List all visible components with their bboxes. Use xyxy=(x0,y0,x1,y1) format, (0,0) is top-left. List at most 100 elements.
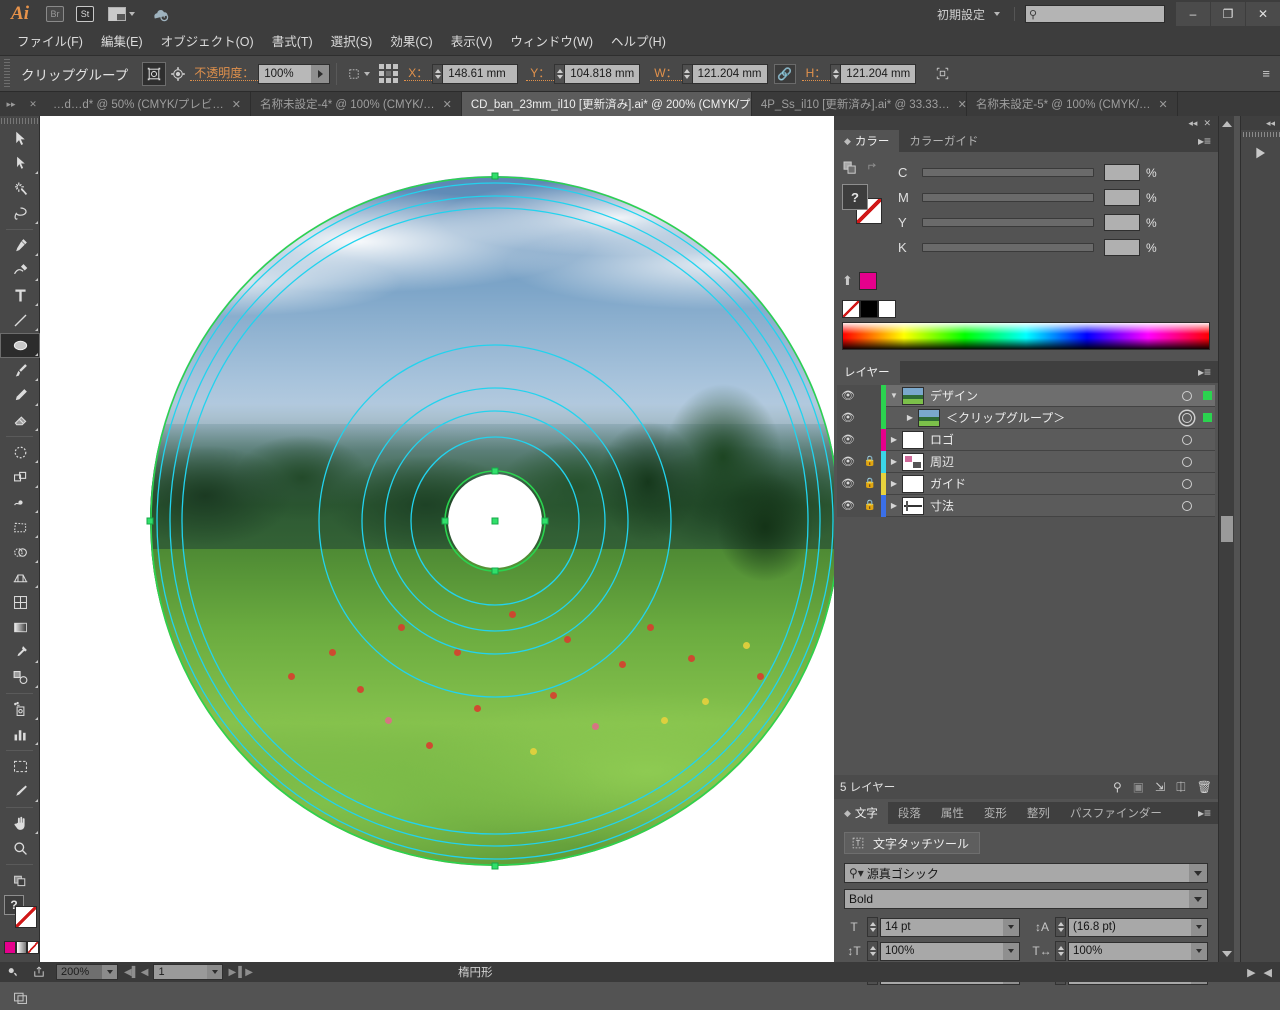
color-mode-icons[interactable] xyxy=(0,868,40,893)
doc-tab-1[interactable]: 名称未設定-4* @ 100% (CMYK/… ✕ xyxy=(251,92,462,116)
menu-window[interactable]: ウィンドウ(W) xyxy=(501,28,602,56)
k-input[interactable] xyxy=(1104,239,1140,256)
leading-input[interactable]: (16.8 pt) xyxy=(1068,917,1208,937)
tab-layers[interactable]: レイヤー xyxy=(834,361,900,383)
tab-pathfinder[interactable]: パスファインダー xyxy=(1059,802,1172,824)
layer-row-logo[interactable]: 👁 ▶ ロゴ xyxy=(837,428,1215,451)
opacity-input[interactable]: 100% xyxy=(258,63,331,84)
w-input[interactable]: 121.204 mm xyxy=(691,63,768,84)
menu-file[interactable]: ファイル(F) xyxy=(8,28,92,56)
scale-tool[interactable] xyxy=(0,465,40,490)
tab-transform[interactable]: 変形 xyxy=(973,802,1017,824)
layer-row-clipgroup[interactable]: 👁 ▶ ＜クリップグループ＞ xyxy=(837,406,1215,429)
mask-icon[interactable]: ▣ xyxy=(1133,780,1144,794)
arrow-up-icon[interactable]: ⬆ xyxy=(842,273,853,289)
target-indicator[interactable] xyxy=(1175,390,1199,401)
menu-view[interactable]: 表示(V) xyxy=(442,28,502,56)
curvature-tool[interactable] xyxy=(0,258,40,283)
close-icon[interactable]: ✕ xyxy=(1203,118,1211,129)
artboard-number-input[interactable]: 1 xyxy=(153,964,224,980)
target-indicator[interactable] xyxy=(1175,478,1199,489)
workspace-selector[interactable]: 初期設定 xyxy=(927,6,1010,23)
y-slider[interactable] xyxy=(922,218,1094,227)
horizontal-scale-field[interactable]: T↔ 100% xyxy=(1032,941,1208,961)
tab-color[interactable]: ◆ カラー xyxy=(834,130,900,152)
arrange-documents-icon[interactable] xyxy=(100,0,142,28)
blend-tool[interactable] xyxy=(0,665,40,690)
line-segment-tool[interactable] xyxy=(0,308,40,333)
cd-label-artwork[interactable] xyxy=(146,172,834,870)
leading-dropdown-icon[interactable] xyxy=(1191,918,1207,936)
lock-slot[interactable] xyxy=(859,406,881,429)
tabbar-collapse-icon[interactable]: ▸▸ xyxy=(0,92,22,116)
tools-panel-grip[interactable] xyxy=(0,116,39,126)
scroll-down-button[interactable] xyxy=(1219,946,1235,962)
anchor-point-left[interactable] xyxy=(146,517,154,525)
previous-artboard-icon[interactable]: ◀ xyxy=(141,967,149,978)
menu-edit[interactable]: 編集(E) xyxy=(92,28,152,56)
menu-type[interactable]: 書式(T) xyxy=(263,28,322,56)
artboard-dropdown-icon[interactable] xyxy=(207,965,223,979)
creative-cloud-icon[interactable] xyxy=(142,0,180,28)
eye-icon[interactable]: 👁 xyxy=(837,472,859,495)
none-swatch-button[interactable] xyxy=(27,941,40,954)
control-bar-grip[interactable] xyxy=(2,58,12,89)
font-family-dropdown-icon[interactable] xyxy=(1189,864,1207,882)
minimize-button[interactable]: ‒ xyxy=(1176,2,1210,26)
symbol-sprayer-tool[interactable] xyxy=(0,697,40,722)
doc-tab-2-active[interactable]: CD_ban_23mm_il10 [更新済み].ai* @ 200% (CMYK… xyxy=(461,92,817,116)
vertical-scale-stepper[interactable] xyxy=(867,941,878,961)
restore-button[interactable]: ❐ xyxy=(1211,2,1245,26)
delete-layer-icon[interactable]: 🗑 xyxy=(1197,780,1212,794)
touch-type-tool-button[interactable]: 文字タッチツール xyxy=(844,832,981,854)
expand-arrow-icon[interactable] xyxy=(1241,139,1280,167)
preferences-icon[interactable] xyxy=(0,962,26,982)
status-expand-icon[interactable]: ▶ xyxy=(1247,966,1255,979)
selection-tool[interactable] xyxy=(0,126,40,151)
character-panel-menu-icon[interactable]: ▸≡ xyxy=(1198,802,1218,824)
y-input[interactable]: 104.818 mm xyxy=(564,63,641,84)
m-slider[interactable] xyxy=(922,193,1094,202)
constrain-proportions-icon[interactable]: 🔗 xyxy=(773,63,796,84)
lock-slot[interactable] xyxy=(859,384,881,407)
font-family-input[interactable]: ⚲▾ 源真ゴシック xyxy=(844,863,1208,883)
leading-stepper[interactable] xyxy=(1055,917,1066,937)
share-icon[interactable] xyxy=(26,962,52,982)
eye-icon[interactable]: 👁 xyxy=(837,494,859,517)
layer-row-surroundings[interactable]: 👁 🔒 ▶ 周辺 xyxy=(837,450,1215,473)
lock-icon[interactable]: 🔒 xyxy=(859,494,881,517)
transform-flyout-button[interactable] xyxy=(343,62,373,86)
menu-object[interactable]: オブジェクト(O) xyxy=(152,28,263,56)
disclosure-triangle-icon[interactable]: ▶ xyxy=(902,413,918,422)
mesh-tool[interactable] xyxy=(0,590,40,615)
first-artboard-icon[interactable]: ◀▌ xyxy=(124,967,139,978)
zoom-dropdown-icon[interactable] xyxy=(102,965,117,979)
vertical-scale-dropdown-icon[interactable] xyxy=(1003,942,1019,960)
isolate-group-button[interactable] xyxy=(142,61,167,86)
x-input[interactable]: 148.61 mm xyxy=(442,63,519,84)
close-button[interactable]: ✕ xyxy=(1246,2,1280,26)
color-spectrum-ramp[interactable] xyxy=(842,322,1210,350)
fill-stroke-toggle-icon[interactable] xyxy=(842,160,858,176)
paintbrush-tool[interactable] xyxy=(0,358,40,383)
menu-help[interactable]: ヘルプ(H) xyxy=(602,28,675,56)
lock-icon[interactable]: 🔒 xyxy=(859,472,881,495)
layer-row-design[interactable]: 👁 ▼ デザイン xyxy=(837,384,1215,407)
vertical-scale-input[interactable]: 100% xyxy=(880,941,1020,961)
fill-stroke-swatches[interactable]: ? xyxy=(842,184,882,224)
target-indicator[interactable] xyxy=(1175,456,1199,467)
horizontal-scale-input[interactable]: 100% xyxy=(1068,941,1208,961)
font-size-dropdown-icon[interactable] xyxy=(1003,918,1019,936)
font-style-input[interactable]: Bold xyxy=(844,889,1208,909)
disclosure-triangle-icon[interactable]: ▶ xyxy=(886,479,902,488)
close-icon[interactable]: ✕ xyxy=(958,98,967,111)
lock-icon[interactable]: 🔒 xyxy=(859,450,881,473)
layer-row-guide[interactable]: 👁 🔒 ▶ ガイド xyxy=(837,472,1215,495)
gradient-swatch-button[interactable] xyxy=(15,941,28,954)
edit-contents-button[interactable] xyxy=(166,62,190,86)
close-icon[interactable]: ✕ xyxy=(443,98,452,111)
collapse-icon[interactable]: ◂◂ xyxy=(1188,118,1197,129)
opacity-flyout-icon[interactable] xyxy=(311,64,330,83)
hole-anchor-right[interactable] xyxy=(541,517,549,525)
target-indicator[interactable] xyxy=(1175,500,1199,511)
